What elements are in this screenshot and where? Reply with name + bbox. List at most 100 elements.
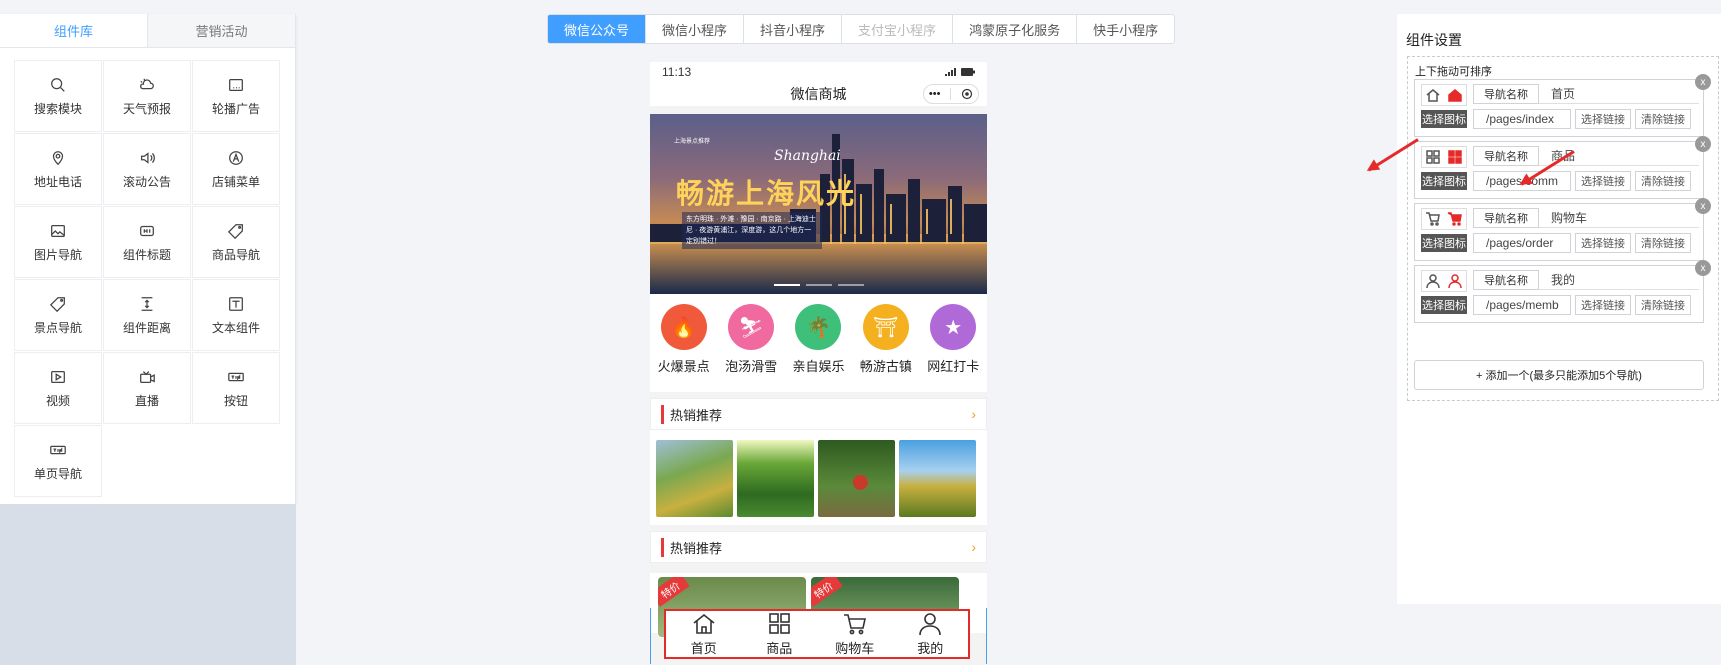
clear-link-button[interactable]: 清除链接 <box>1635 109 1691 129</box>
category-label: 畅游古镇 <box>859 359 912 374</box>
tab-wechat-official[interactable]: 微信公众号 <box>548 15 646 43</box>
tab-harmony-service[interactable]: 鸿蒙原子化服务 <box>952 15 1076 43</box>
button-icon <box>228 372 244 381</box>
close-icon[interactable]: x <box>1695 74 1711 90</box>
category-checkin[interactable]: ★ 网红打卡 <box>923 304 983 375</box>
add-nav-button[interactable]: + 添加一个(最多只能添加5个导航) <box>1414 360 1704 390</box>
category-nav: 🔥 火爆景点 ⛷ 泡汤滑雪 🌴 亲自娱乐 ⛩ 畅游古镇 ★ 网红打卡 <box>650 294 987 392</box>
nav-item-card[interactable]: 选择图标 导航名称 商品 /pages/comm 选择链接 清除链接 x <box>1414 136 1711 199</box>
component-label: 店铺菜单 <box>211 174 260 189</box>
nav-item-card[interactable]: 选择图标 导航名称 购物车 /pages/order 选择链接 清除链接 x <box>1414 198 1711 261</box>
carousel-dot[interactable] <box>837 284 864 286</box>
nav-name-input[interactable]: 购物车 <box>1539 208 1699 228</box>
chevron-right-icon[interactable]: › <box>971 539 976 555</box>
component-label: 单页导航 <box>33 466 82 481</box>
nav-name-input[interactable]: 我的 <box>1539 270 1699 290</box>
close-circle-icon[interactable] <box>961 88 973 100</box>
tabbar-label: 商品 <box>766 640 793 656</box>
chevron-right-icon[interactable]: › <box>971 406 976 422</box>
component-video[interactable]: 视频 <box>14 352 102 424</box>
fruit-image[interactable] <box>818 440 895 517</box>
close-icon[interactable]: x <box>1695 136 1711 152</box>
component-product-nav[interactable]: 商品导航 <box>192 206 280 278</box>
component-single-page-nav[interactable]: 单页导航 <box>14 425 102 497</box>
component-scenic-nav[interactable]: 景点导航 <box>14 279 102 351</box>
more-icon[interactable]: ••• <box>929 88 941 100</box>
nav-name-input[interactable]: 首页 <box>1539 84 1699 104</box>
section-hot-recommend[interactable]: 热销推荐 › <box>650 398 987 430</box>
video-icon <box>51 370 65 383</box>
capsule-menu[interactable]: ••• <box>923 84 979 104</box>
tabbar-item-me[interactable]: 我的 <box>900 612 960 657</box>
component-title[interactable]: 组件标题 <box>103 206 191 278</box>
component-carousel[interactable]: 轮播广告 <box>192 60 280 132</box>
category-old-town[interactable]: ⛩ 畅游古镇 <box>856 304 916 375</box>
component-label: 轮播广告 <box>211 101 260 116</box>
tabbar-item-home[interactable]: 首页 <box>674 612 734 657</box>
tab-douyin-miniprogram[interactable]: 抖音小程序 <box>743 15 841 43</box>
link-path-input[interactable]: /pages/index <box>1473 109 1571 129</box>
select-icon-button[interactable]: 选择图标 <box>1421 172 1467 190</box>
close-icon[interactable]: x <box>1695 260 1711 276</box>
select-link-button[interactable]: 选择链接 <box>1575 109 1631 129</box>
grid-icon <box>769 612 791 634</box>
close-icon[interactable]: x <box>1695 198 1711 214</box>
tab-wechat-miniprogram[interactable]: 微信小程序 <box>645 15 743 43</box>
nav-item-card[interactable]: 选择图标 导航名称 首页 /pages/index 选择链接 清除链接 x <box>1414 74 1711 137</box>
component-notice[interactable]: 滚动公告 <box>103 133 191 205</box>
link-path-input[interactable]: /pages/memb <box>1473 295 1571 315</box>
select-link-button[interactable]: 选择链接 <box>1575 171 1631 191</box>
wheat-image[interactable] <box>899 440 976 517</box>
component-search[interactable]: 搜索模块 <box>14 60 102 132</box>
sort-hint: 上下拖动可排序 <box>1415 66 1492 78</box>
fire-icon: 🔥 <box>660 304 707 350</box>
carousel-dot[interactable] <box>805 284 832 286</box>
section-hot-recommend-2[interactable]: 热销推荐 › <box>650 531 987 563</box>
tag-icon <box>49 296 65 312</box>
component-text[interactable]: 文本组件 <box>192 279 280 351</box>
nav-name-label: 导航名称 <box>1473 146 1539 166</box>
banner-headline: 畅游上海风光 <box>676 177 857 210</box>
component-address[interactable]: 地址电话 <box>14 133 102 205</box>
select-icon-button[interactable]: 选择图标 <box>1421 110 1467 128</box>
select-link-button[interactable]: 选择链接 <box>1575 233 1631 253</box>
component-image-nav[interactable]: 图片导航 <box>14 206 102 278</box>
component-button[interactable]: 按钮 <box>192 352 280 424</box>
select-icon-button[interactable]: 选择图标 <box>1421 234 1467 252</box>
section-title: 热销推荐 <box>661 404 722 424</box>
select-icon-button[interactable]: 选择图标 <box>1421 296 1467 314</box>
grid-icon <box>1426 150 1440 164</box>
tabbar-item-cart[interactable]: 购物车 <box>825 612 885 657</box>
component-live[interactable]: 直播 <box>103 352 191 424</box>
select-link-button[interactable]: 选择链接 <box>1575 295 1631 315</box>
tab-component-library[interactable]: 组件库 <box>0 14 148 47</box>
carousel-banner[interactable]: 上海景点推荐 Shanghai 畅游上海风光 东方明珠 · 外滩 · 豫园 · … <box>650 114 987 294</box>
link-path-input[interactable]: /pages/order <box>1473 233 1571 253</box>
category-ski[interactable]: ⛷ 泡汤滑雪 <box>721 304 781 375</box>
speaker-icon <box>140 151 155 164</box>
component-label: 按钮 <box>223 393 248 408</box>
clear-link-button[interactable]: 清除链接 <box>1635 233 1691 253</box>
tabbar-item-products[interactable]: 商品 <box>749 612 809 657</box>
component-store-menu[interactable]: 店铺菜单 <box>192 133 280 205</box>
tab-alipay-miniprogram[interactable]: 支付宝小程序 <box>841 15 952 43</box>
carousel-dot[interactable] <box>773 284 800 286</box>
icon-preview <box>1421 146 1467 168</box>
tabbar-label: 首页 <box>690 640 717 656</box>
component-weather[interactable]: 天气预报 <box>103 60 191 132</box>
clear-link-button[interactable]: 清除链接 <box>1635 171 1691 191</box>
category-family-fun[interactable]: 🌴 亲自娱乐 <box>788 304 848 375</box>
clear-link-button[interactable]: 清除链接 <box>1635 295 1691 315</box>
tab-kuaishou-miniprogram[interactable]: 快手小程序 <box>1076 15 1174 43</box>
tab-marketing[interactable]: 营销活动 <box>148 14 295 47</box>
gate-icon: ⛩ <box>862 304 909 350</box>
user-active-icon <box>1448 274 1462 289</box>
component-spacing[interactable]: 组件距离 <box>103 279 191 351</box>
forest-image[interactable] <box>737 440 814 517</box>
settings-title: 组件设置 <box>1406 32 1462 48</box>
nav-item-card[interactable]: 选择图标 导航名称 我的 /pages/memb 选择链接 清除链接 x <box>1414 260 1711 323</box>
category-hot-spots[interactable]: 🔥 火爆景点 <box>654 304 714 375</box>
terrace-image[interactable] <box>656 440 733 517</box>
component-grid: 搜索模块 天气预报 轮播广告 地址电话 滚动公告 店铺菜单 图片导航 组件标题 … <box>14 60 282 497</box>
component-label: 组件距离 <box>122 320 171 335</box>
